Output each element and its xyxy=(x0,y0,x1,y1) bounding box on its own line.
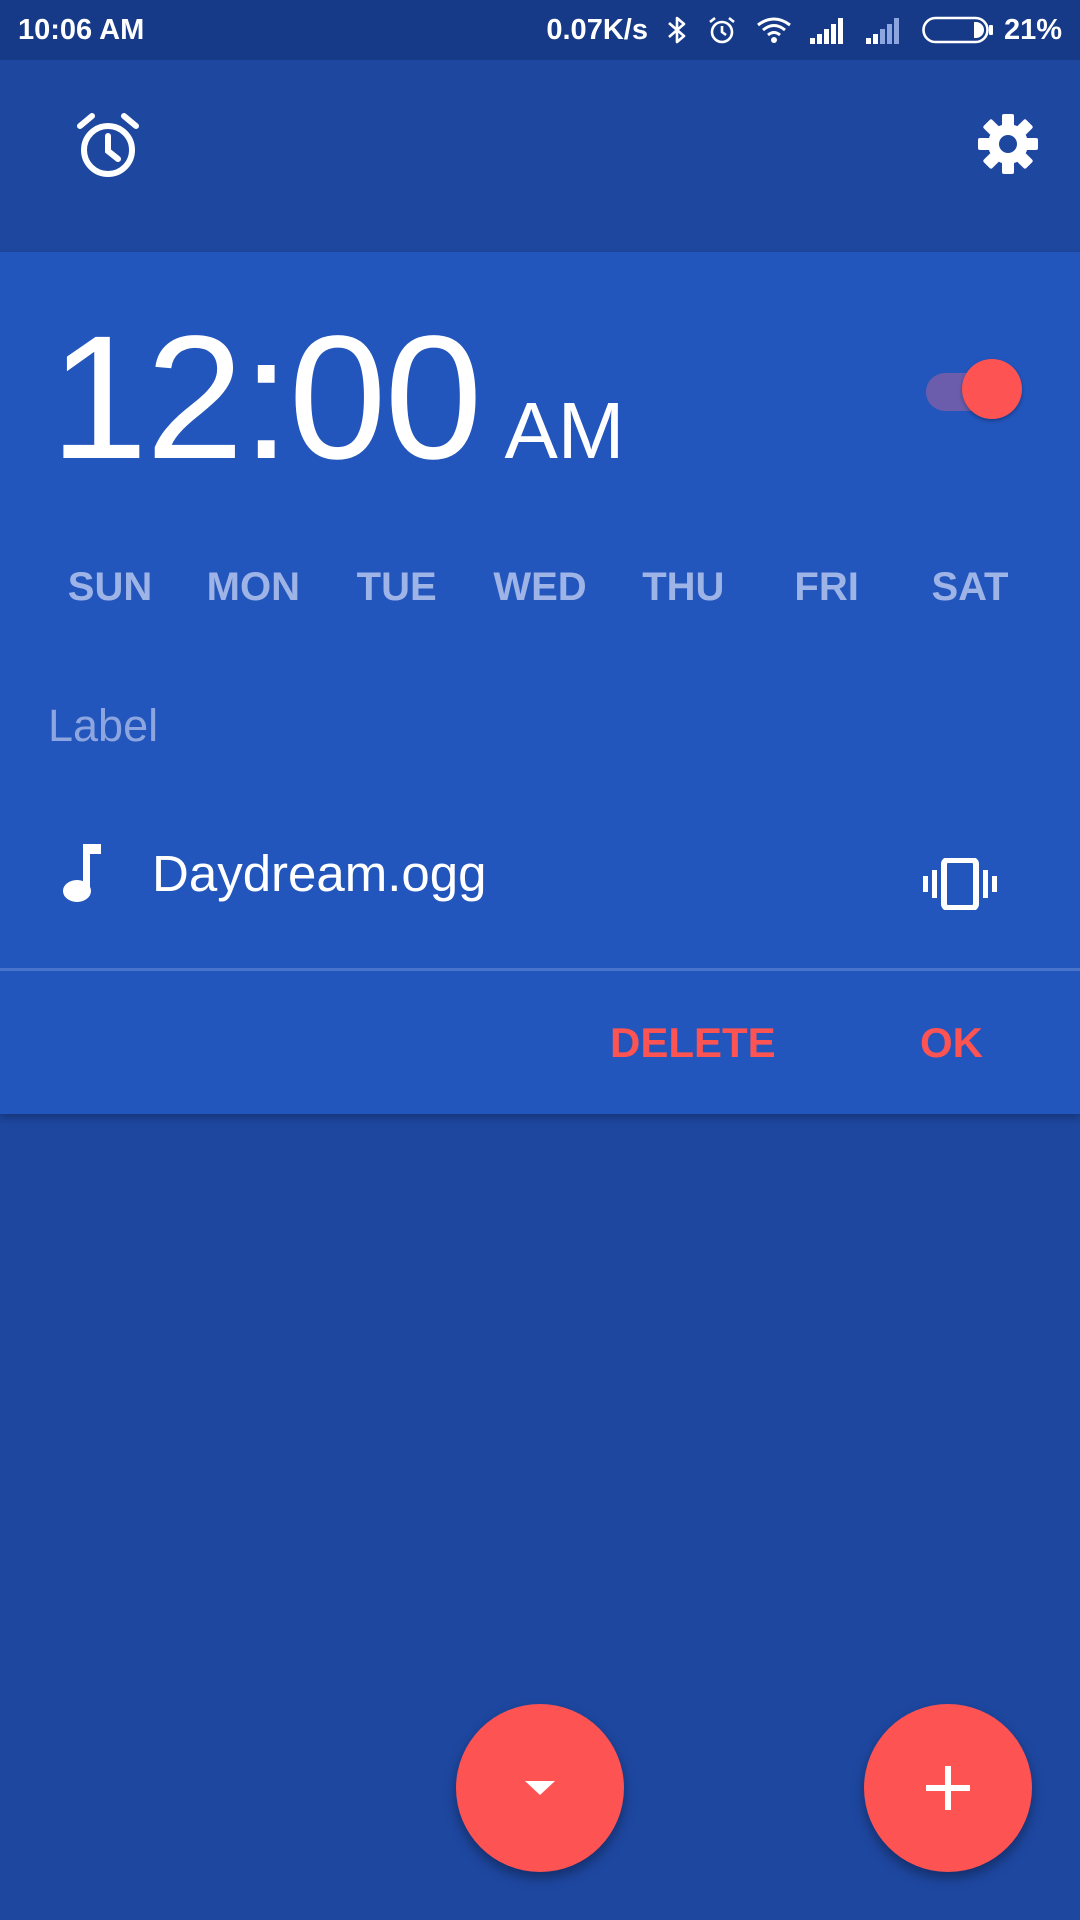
music-note-icon xyxy=(63,844,101,902)
alarm-icon xyxy=(77,113,139,177)
alarm-tab-button[interactable] xyxy=(76,112,140,180)
card-actions: DELETE OK xyxy=(0,972,1080,1114)
status-time: 10:06 AM xyxy=(18,13,145,46)
ringtone-selector[interactable]: Daydream.ogg xyxy=(60,842,487,904)
wifi-icon xyxy=(756,16,792,44)
alarm-status-icon xyxy=(706,14,738,46)
divider xyxy=(0,968,1080,971)
alarm-enable-toggle[interactable] xyxy=(926,356,1022,419)
day-thu[interactable]: THU xyxy=(613,552,753,622)
signal-icon-2 xyxy=(865,16,904,44)
ok-button[interactable]: OK xyxy=(920,972,983,1114)
status-bar: 10:06 AM 0.07K/s 21% xyxy=(0,0,1080,60)
ringtone-name[interactable]: Daydream.ogg xyxy=(152,844,487,903)
day-sat[interactable]: SAT xyxy=(900,552,1040,622)
collapse-fab[interactable] xyxy=(456,1704,624,1872)
battery-icon xyxy=(922,16,993,44)
vibrate-button[interactable] xyxy=(922,857,998,911)
alarm-time-value[interactable]: 12:00 xyxy=(50,310,482,486)
alarm-card: 12:00 AM SUN MON TUE WED THU FRI SAT Lab… xyxy=(0,252,1080,1114)
day-wed[interactable]: WED xyxy=(470,552,610,622)
status-icons: 0.07K/s 21% xyxy=(546,14,1062,47)
toggle-thumb xyxy=(962,359,1022,419)
add-alarm-fab[interactable] xyxy=(864,1704,1032,1872)
vibrate-icon xyxy=(923,857,997,911)
plus-icon xyxy=(926,1766,970,1810)
net-speed: 0.07K/s xyxy=(546,13,648,46)
alarm-ampm[interactable]: AM xyxy=(504,391,624,471)
caret-down-icon xyxy=(525,1781,555,1795)
repeat-days: SUN MON TUE WED THU FRI SAT xyxy=(40,552,1040,622)
battery-percent: 21% xyxy=(1003,13,1062,46)
signal-icon xyxy=(809,16,848,44)
label-field[interactable]: Label xyxy=(48,700,158,752)
gear-icon xyxy=(978,114,1038,174)
day-fri[interactable]: FRI xyxy=(757,552,897,622)
day-tue[interactable]: TUE xyxy=(327,552,467,622)
alarm-time[interactable]: 12:00 AM xyxy=(50,310,624,486)
day-sun[interactable]: SUN xyxy=(40,552,180,622)
settings-button[interactable] xyxy=(976,112,1040,176)
app-bar xyxy=(0,60,1080,252)
bluetooth-icon xyxy=(666,14,688,46)
delete-button[interactable]: DELETE xyxy=(610,972,776,1114)
battery: 21% xyxy=(922,14,1062,47)
day-mon[interactable]: MON xyxy=(183,552,323,622)
